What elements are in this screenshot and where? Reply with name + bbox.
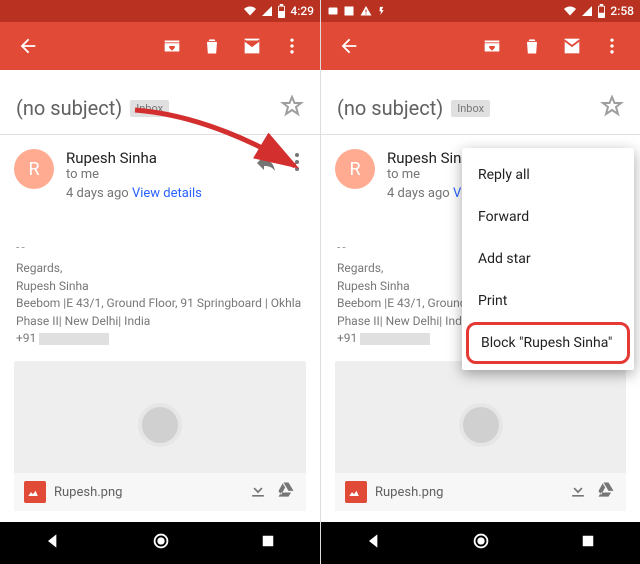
menu-add-star[interactable]: Add star [462,238,634,280]
nav-home-icon[interactable] [470,530,492,556]
archive-button[interactable] [152,26,192,66]
drive-icon[interactable] [276,480,296,504]
sender-time: 4 days ago [66,186,129,201]
nav-bar [0,522,320,564]
label-chip[interactable]: Inbox [130,100,169,117]
avatar[interactable]: R [335,149,375,189]
signal-icon [261,5,273,17]
menu-forward[interactable]: Forward [462,196,634,238]
star-button[interactable] [280,94,304,122]
menu-reply-all[interactable]: Reply all [462,154,634,196]
nav-back-icon[interactable] [43,531,63,555]
menu-block-sender[interactable]: Block "Rupesh Sinha" [466,322,630,364]
back-button[interactable] [329,26,369,66]
attachment-card[interactable]: Rupesh.png [335,361,626,511]
reply-icon[interactable] [254,151,278,179]
avatar[interactable]: R [14,149,54,189]
view-details-link[interactable]: View details [132,186,202,201]
subject-row: (no subject) Inbox [0,70,320,134]
battery-icon [277,4,286,18]
bolt-icon [377,4,387,18]
menu-print[interactable]: Print [462,280,634,322]
archive-button[interactable] [472,26,512,66]
star-button[interactable] [600,94,624,122]
attachment-name: Rupesh.png [375,485,560,500]
sender-name: Rupesh Sinha [66,149,242,167]
status-bar: 4:29 [0,0,320,22]
sig-regards: Regards, [16,260,304,277]
sig-phone-prefix: +91 [16,331,36,345]
delete-button[interactable] [192,26,232,66]
mark-unread-button[interactable] [552,26,592,66]
clock: 2:58 [610,4,634,18]
clock: 4:29 [290,4,314,18]
redacted [360,333,430,345]
sig-addr: Beebom |E 43/1, Ground Floor, 91 Springb… [16,295,304,330]
sender-time: 4 days ago [387,186,450,201]
label-chip[interactable]: Inbox [451,100,490,117]
nav-home-icon[interactable] [150,530,172,556]
overflow-button[interactable] [272,26,312,66]
message-body: -- Regards, Rupesh Sinha Beebom |E 43/1,… [0,239,320,347]
download-icon[interactable] [248,480,268,504]
download-icon[interactable] [568,480,588,504]
warning-icon [359,5,373,17]
wifi-icon [243,5,257,17]
signal-icon [581,5,593,17]
app-bar [0,22,320,70]
overflow-button[interactable] [592,26,632,66]
card-icon [327,5,339,17]
status-bar: 2:58 [321,0,640,22]
sender-to: to me [66,167,242,182]
battery-icon [597,4,606,18]
screen-left: 4:29 (no subject) Inbox R Rupesh Sinha t… [0,0,320,564]
sig-name: Rupesh Sinha [16,278,304,295]
drive-icon[interactable] [596,480,616,504]
attachment-thumb-icon [138,403,182,447]
wifi-icon [563,5,577,17]
gallery-icon [343,5,355,17]
sender-row: R Rupesh Sinha to me 4 days ago View det… [0,135,320,211]
nav-back-icon[interactable] [364,531,384,555]
attachment-card[interactable]: Rupesh.png [14,361,306,511]
nav-recent-icon[interactable] [579,532,597,554]
sig-phone-prefix: +91 [337,331,357,345]
subject-text: (no subject) [16,96,122,120]
subject-row: (no subject) Inbox [321,70,640,134]
screen-right: 2:58 (no subject) Inbox R Rupesh Sinha t… [320,0,640,564]
delete-button[interactable] [512,26,552,66]
attachment-thumb-icon [459,403,503,447]
mark-unread-button[interactable] [232,26,272,66]
image-file-icon [345,481,367,503]
app-bar [321,22,640,70]
subject-text: (no subject) [337,96,443,120]
back-button[interactable] [8,26,48,66]
message-overflow-button[interactable] [288,151,306,171]
nav-recent-icon[interactable] [259,532,277,554]
redacted [39,333,109,345]
image-file-icon [24,481,46,503]
attachment-name: Rupesh.png [54,485,240,500]
nav-bar [321,522,640,564]
context-menu: Reply all Forward Add star Print Block "… [462,148,634,370]
